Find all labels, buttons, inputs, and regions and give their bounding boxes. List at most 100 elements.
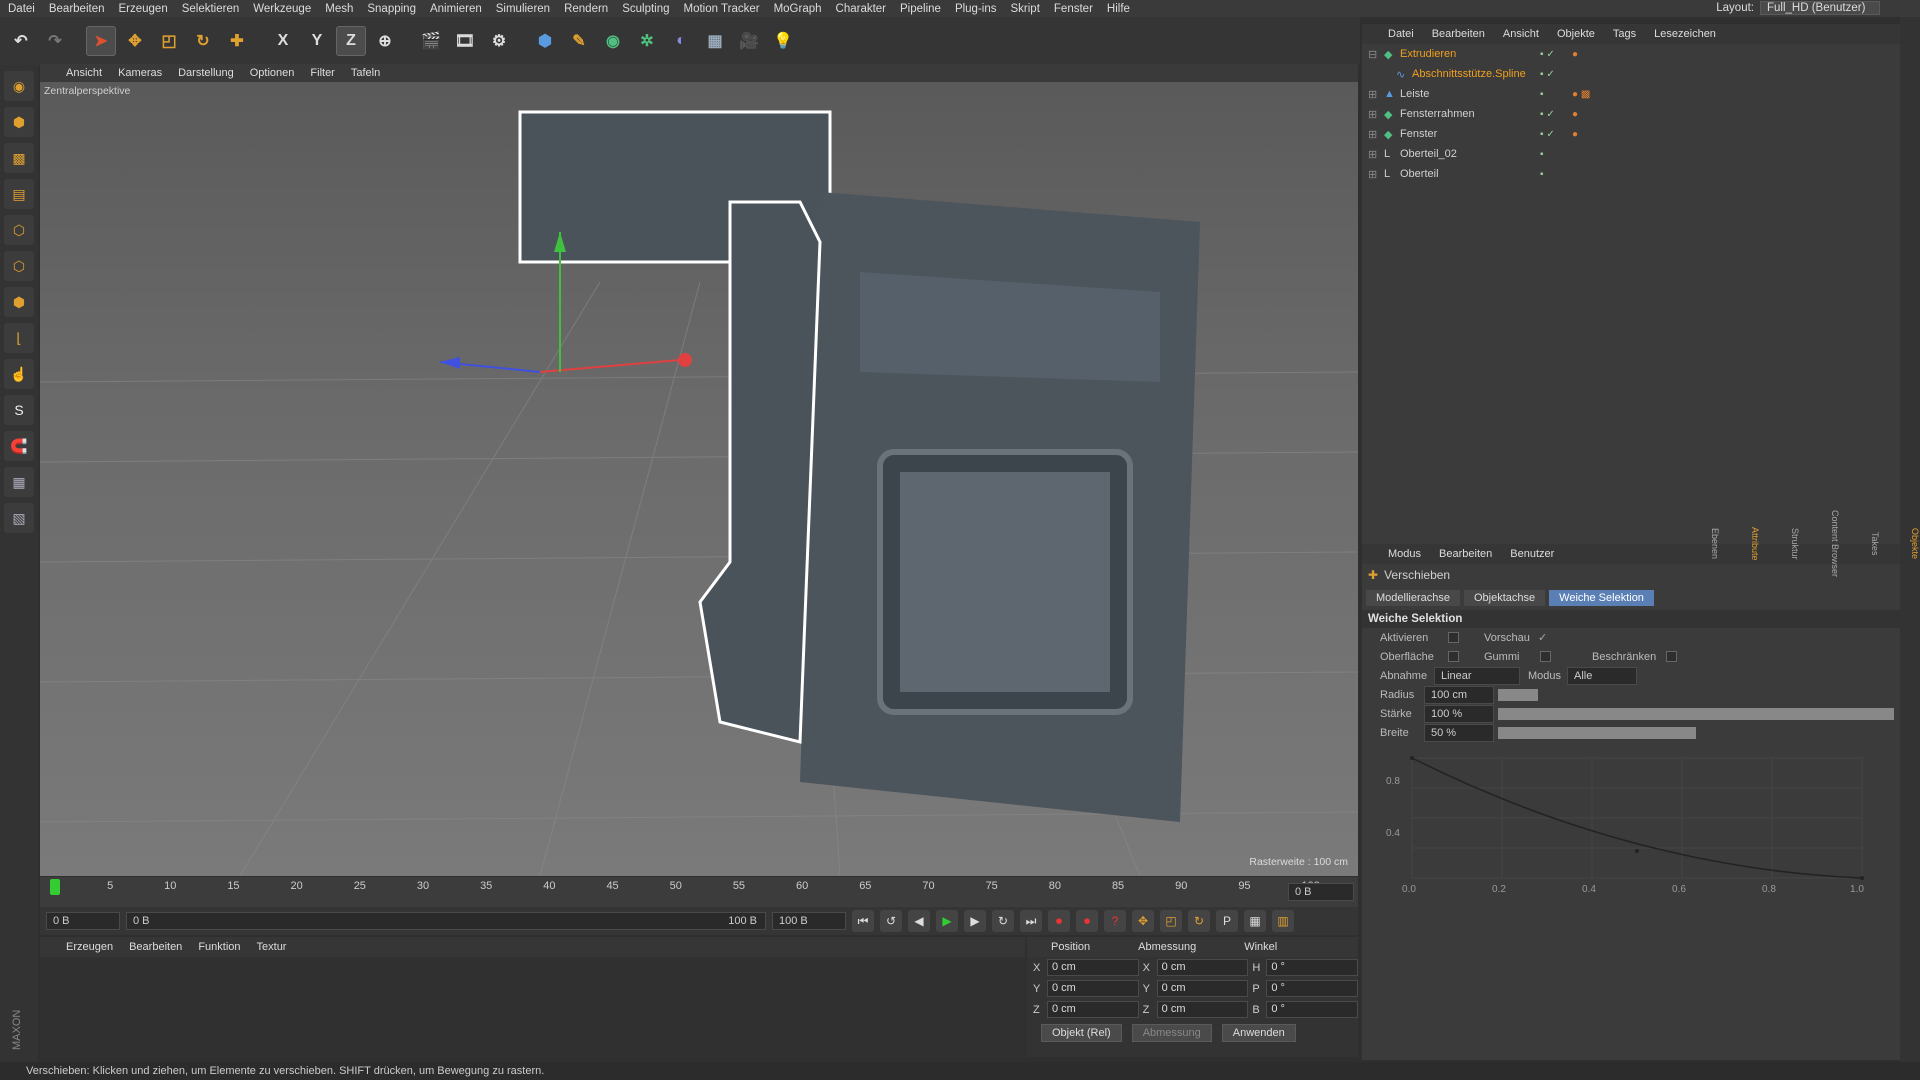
- make-editable-icon[interactable]: ◉: [4, 71, 34, 101]
- menu-sculpting[interactable]: Sculpting: [622, 3, 669, 15]
- menu-fenster[interactable]: Fenster: [1054, 3, 1093, 15]
- object-row-oberteil-02[interactable]: ⊞ L Oberteil_02 ▪: [1362, 144, 1900, 164]
- auto-key-icon[interactable]: ⏺: [1076, 910, 1098, 932]
- menu-werkzeuge[interactable]: Werkzeuge: [253, 3, 311, 15]
- size-mode-dropdown[interactable]: Abmessung: [1131, 1024, 1212, 1042]
- vorschau-checkbox[interactable]: ✓: [1538, 631, 1547, 644]
- magnet-icon[interactable]: 🧲: [4, 431, 34, 461]
- visibility-flags[interactable]: ▪: [1540, 149, 1544, 160]
- timeline-window-icon[interactable]: ▥: [1272, 910, 1294, 932]
- menu-rendern[interactable]: Rendern: [564, 3, 608, 15]
- breite-field[interactable]: 50 %: [1424, 723, 1494, 742]
- menu-skript[interactable]: Skript: [1011, 3, 1040, 15]
- snap-icon[interactable]: S: [4, 395, 34, 425]
- object-menu-bearbeiten[interactable]: Bearbeiten: [1432, 28, 1485, 40]
- expand-icon[interactable]: ⊞: [1368, 108, 1377, 121]
- key-parameter-icon[interactable]: P: [1216, 910, 1238, 932]
- object-row-oberteil[interactable]: ⊞ L Oberteil ▪: [1362, 164, 1900, 184]
- attribute-menu-bearbeiten[interactable]: Bearbeiten: [1439, 548, 1492, 560]
- key-pla-icon[interactable]: ▦: [1244, 910, 1266, 932]
- rotation-p-field[interactable]: 0 °: [1266, 980, 1359, 997]
- object-menu-ansicht[interactable]: Ansicht: [1503, 28, 1539, 40]
- end-frame-field[interactable]: 100 B: [772, 912, 846, 930]
- texture-mode-icon[interactable]: ▩: [4, 143, 34, 173]
- visibility-flags[interactable]: ▪ ✓: [1540, 129, 1555, 140]
- key-position-icon[interactable]: ✥: [1132, 910, 1154, 932]
- menu-charakter[interactable]: Charakter: [836, 3, 887, 15]
- rotation-b-field[interactable]: 0 °: [1266, 1001, 1359, 1018]
- tab-ebenen[interactable]: Ebenen: [1710, 528, 1720, 559]
- viewport-canvas[interactable]: Zentralperspektive Rasterweite : 100 cm: [40, 82, 1358, 876]
- deformer-icon[interactable]: ◐: [666, 26, 696, 56]
- viewport-menu-darstellung[interactable]: Darstellung: [178, 67, 234, 79]
- size-z-field[interactable]: 0 cm: [1156, 1001, 1249, 1018]
- expand-icon[interactable]: ⊟: [1368, 48, 1377, 61]
- abnahme-dropdown[interactable]: Linear: [1434, 666, 1520, 685]
- phong-tag-icon[interactable]: ●: [1572, 129, 1578, 140]
- staerke-slider[interactable]: [1498, 707, 1894, 720]
- gummi-checkbox[interactable]: [1540, 651, 1551, 662]
- modus-dropdown[interactable]: Alle: [1567, 666, 1638, 685]
- viewport-menu-tafeln[interactable]: Tafeln: [351, 67, 380, 79]
- object-row-fensterrahmen[interactable]: ⊞ ◆ Fensterrahmen ▪ ✓ ●: [1362, 104, 1900, 124]
- material-tag-icon[interactable]: ● ▩: [1572, 89, 1590, 100]
- tweak-icon[interactable]: ☝: [4, 359, 34, 389]
- last-tool-icon[interactable]: ✚: [222, 26, 252, 56]
- tab-objekte[interactable]: Objekte: [1910, 528, 1920, 559]
- object-row-leiste[interactable]: ⊞ ▲ Leiste ▪ ● ▩: [1362, 84, 1900, 104]
- rotate-tool-icon[interactable]: ↻: [188, 26, 218, 56]
- position-x-field[interactable]: 0 cm: [1046, 959, 1139, 976]
- edges-mode-icon[interactable]: ⬡: [4, 251, 34, 281]
- viewport-menu-ansicht[interactable]: Ansicht: [66, 67, 102, 79]
- cube-icon[interactable]: ⬢: [530, 26, 560, 56]
- menu-pipeline[interactable]: Pipeline: [900, 3, 941, 15]
- redo-icon[interactable]: ↷: [40, 26, 70, 56]
- expand-icon[interactable]: ⊞: [1368, 148, 1377, 161]
- position-z-field[interactable]: 0 cm: [1046, 1001, 1139, 1018]
- radius-field[interactable]: 100 cm: [1424, 685, 1494, 704]
- goto-start-icon[interactable]: ⏮: [852, 910, 874, 932]
- points-mode-icon[interactable]: ⬡: [4, 215, 34, 245]
- viewport-menu-kameras[interactable]: Kameras: [118, 67, 162, 79]
- visibility-flags[interactable]: ▪ ✓: [1540, 49, 1555, 60]
- menu-motion-tracker[interactable]: Motion Tracker: [684, 3, 760, 15]
- current-frame-field[interactable]: 0 B: [1288, 883, 1354, 901]
- tab-takes[interactable]: Takes: [1870, 532, 1880, 556]
- size-x-field[interactable]: 0 cm: [1156, 959, 1249, 976]
- polygons-mode-icon[interactable]: ⬢: [4, 287, 34, 317]
- axis-y-toggle[interactable]: Y: [302, 26, 332, 56]
- menu-selektieren[interactable]: Selektieren: [182, 3, 240, 15]
- menu-simulieren[interactable]: Simulieren: [496, 3, 550, 15]
- menu-animieren[interactable]: Animieren: [430, 3, 482, 15]
- breite-slider[interactable]: [1498, 726, 1696, 739]
- keyframe-selection-icon[interactable]: ?: [1104, 910, 1126, 932]
- menu-mograph[interactable]: MoGraph: [774, 3, 822, 15]
- render-view-icon[interactable]: 🎬: [416, 26, 446, 56]
- viewport-menu-optionen[interactable]: Optionen: [250, 67, 295, 79]
- camera-icon[interactable]: 🎥: [734, 26, 764, 56]
- attribute-menu-benutzer[interactable]: Benutzer: [1510, 548, 1554, 560]
- key-scale-icon[interactable]: ◰: [1160, 910, 1182, 932]
- model-mode-icon[interactable]: ⬢: [4, 107, 34, 137]
- menu-datei[interactable]: Datei: [8, 3, 35, 15]
- phong-tag-icon[interactable]: ●: [1572, 49, 1578, 60]
- axis-z-toggle[interactable]: Z: [336, 26, 366, 56]
- viewport-menu-filter[interactable]: Filter: [310, 67, 334, 79]
- menu-hilfe[interactable]: Hilfe: [1107, 3, 1130, 15]
- move-tool-icon[interactable]: ✥: [120, 26, 150, 56]
- expand-icon[interactable]: ⊞: [1368, 128, 1377, 141]
- workplane-icon[interactable]: ▤: [4, 179, 34, 209]
- menu-bearbeiten[interactable]: Bearbeiten: [49, 3, 105, 15]
- apply-button[interactable]: Anwenden: [1221, 1024, 1296, 1042]
- position-y-field[interactable]: 0 cm: [1046, 980, 1139, 997]
- cloner-icon[interactable]: ✲: [632, 26, 662, 56]
- floor-icon[interactable]: ▦: [700, 26, 730, 56]
- play-icon[interactable]: ▶: [936, 910, 958, 932]
- beschraenken-checkbox[interactable]: [1666, 651, 1677, 662]
- expand-icon[interactable]: ⊞: [1368, 168, 1377, 181]
- radius-slider[interactable]: [1498, 688, 1538, 701]
- menu-snapping[interactable]: Snapping: [367, 3, 416, 15]
- material-menu-funktion[interactable]: Funktion: [198, 941, 240, 953]
- layout-dropdown[interactable]: Full_HD (Benutzer): [1760, 1, 1880, 15]
- object-menu-datei[interactable]: Datei: [1388, 28, 1414, 40]
